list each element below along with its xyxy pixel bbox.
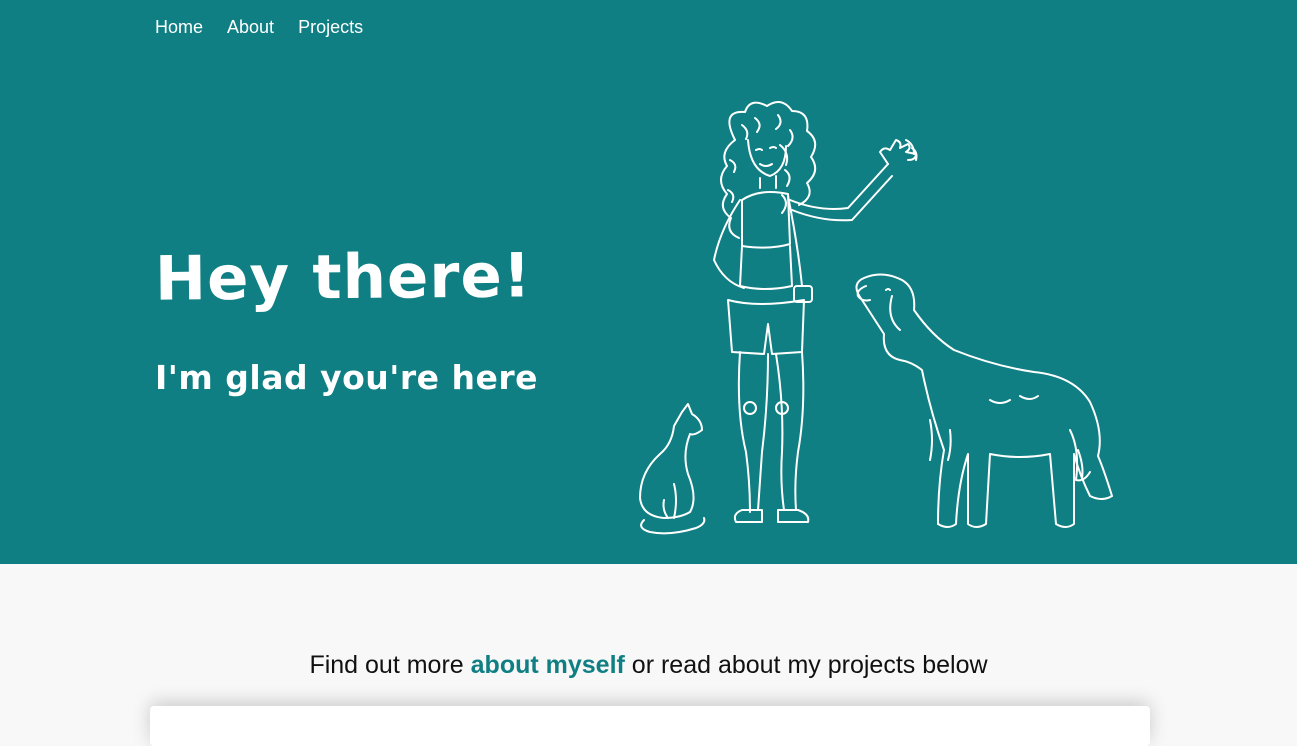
hero-subtitle: I'm glad you're here [155,358,539,397]
project-card [150,706,1150,746]
nav-about-link[interactable]: About [227,15,274,39]
intro-prefix: Find out more [309,651,471,679]
hero-title: Hey there! [154,240,532,315]
dog-figure [855,273,1113,528]
nav-home-link[interactable]: Home [155,15,203,39]
girl-figure [713,101,918,523]
intro-text: Find out more about myself or read about… [0,643,1297,687]
top-nav: Home About Projects [155,15,363,39]
intro-suffix: or read about my projects below [624,651,988,679]
nav-projects-link[interactable]: Projects [298,15,363,39]
cat-figure [639,403,706,535]
hero-section: Home About Projects Hey there! I'm glad … [0,0,1297,564]
girl-with-pets-illustration-icon [630,100,1120,535]
about-myself-link[interactable]: about myself [471,651,625,679]
